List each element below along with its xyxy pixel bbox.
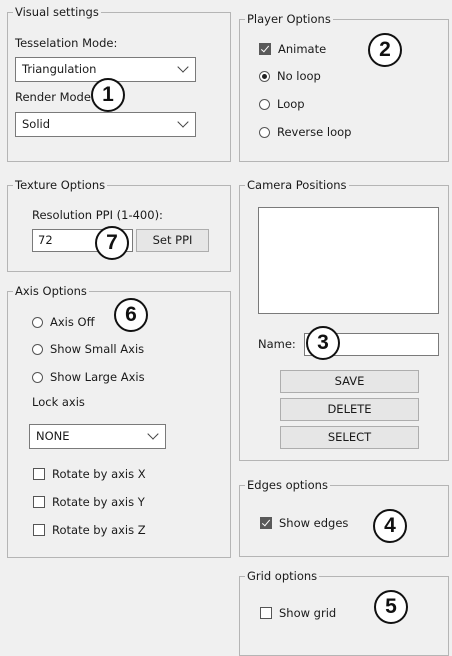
show-edges-label: Show edges — [279, 516, 349, 530]
checkbox-checked-icon — [260, 517, 272, 529]
callout-badge-5: 5 — [374, 590, 408, 624]
checkbox-icon — [33, 524, 45, 536]
player-options-title: Player Options — [245, 12, 333, 26]
rotate-z-label: Rotate by axis Z — [52, 523, 146, 537]
tessellation-mode-value: Triangulation — [22, 62, 97, 76]
radio-icon — [32, 317, 43, 328]
loop-label: Loop — [277, 97, 305, 111]
reverse-loop-label: Reverse loop — [277, 125, 352, 139]
grid-options-title: Grid options — [245, 569, 320, 583]
lock-axis-value: NONE — [36, 429, 70, 443]
visual-settings-title: Visual settings — [13, 5, 101, 19]
show-edges-checkbox[interactable]: Show edges — [260, 515, 348, 531]
lock-axis-select[interactable]: NONE — [29, 424, 166, 449]
no-loop-label: No loop — [277, 69, 321, 83]
delete-button[interactable]: DELETE — [280, 398, 419, 421]
chevron-down-icon — [147, 428, 159, 440]
axis-off-label: Axis Off — [50, 315, 95, 329]
camera-positions-list[interactable] — [258, 207, 439, 314]
save-button[interactable]: SAVE — [280, 370, 419, 393]
render-mode-label: Render Mode — [15, 90, 91, 104]
delete-label: DELETE — [327, 402, 372, 416]
camera-positions-title: Camera Positions — [245, 178, 349, 192]
resolution-ppi-label: Resolution PPI (1-400): — [32, 208, 163, 222]
chevron-down-icon — [177, 61, 189, 73]
checkbox-icon — [260, 607, 272, 619]
radio-selected-icon — [259, 71, 270, 82]
select-label: SELECT — [327, 430, 372, 444]
rotate-y-checkbox[interactable]: Rotate by axis Y — [33, 494, 145, 510]
rotate-x-label: Rotate by axis X — [52, 467, 146, 481]
set-ppi-label: Set PPI — [152, 233, 193, 247]
edges-options-title: Edges options — [245, 478, 330, 492]
axis-options-title: Axis Options — [13, 284, 89, 298]
callout-badge-4: 4 — [373, 509, 407, 543]
rotate-z-checkbox[interactable]: Rotate by axis Z — [33, 522, 146, 538]
rotate-y-label: Rotate by axis Y — [52, 495, 145, 509]
radio-icon — [259, 127, 270, 138]
reverse-loop-radio[interactable]: Reverse loop — [259, 124, 351, 140]
show-grid-label: Show grid — [279, 606, 337, 620]
checkbox-checked-icon — [259, 43, 271, 55]
show-large-axis-label: Show Large Axis — [50, 370, 145, 384]
texture-options-title: Texture Options — [13, 178, 108, 192]
radio-icon — [32, 344, 43, 355]
callout-badge-3: 3 — [306, 326, 340, 360]
show-small-axis-radio[interactable]: Show Small Axis — [32, 341, 144, 357]
callout-badge-6: 6 — [114, 298, 148, 332]
show-grid-checkbox[interactable]: Show grid — [260, 605, 336, 621]
animate-label: Animate — [278, 42, 327, 56]
show-large-axis-radio[interactable]: Show Large Axis — [32, 369, 145, 385]
render-mode-value: Solid — [22, 117, 51, 131]
set-ppi-button[interactable]: Set PPI — [136, 229, 209, 252]
callout-badge-7: 7 — [95, 226, 129, 260]
callout-badge-2: 2 — [368, 33, 402, 67]
render-mode-select[interactable]: Solid — [15, 112, 196, 137]
save-label: SAVE — [334, 374, 365, 388]
rotate-x-checkbox[interactable]: Rotate by axis X — [33, 466, 146, 482]
tessellation-mode-label: Tesselation Mode: — [15, 36, 118, 50]
show-small-axis-label: Show Small Axis — [50, 342, 145, 356]
radio-icon — [259, 99, 270, 110]
radio-icon — [32, 372, 43, 383]
camera-name-label: Name: — [258, 337, 296, 351]
lock-axis-label: Lock axis — [32, 395, 85, 409]
select-button[interactable]: SELECT — [280, 426, 419, 449]
loop-radio[interactable]: Loop — [259, 96, 305, 112]
axis-off-radio[interactable]: Axis Off — [32, 314, 95, 330]
checkbox-icon — [33, 468, 45, 480]
chevron-down-icon — [177, 116, 189, 128]
callout-badge-1: 1 — [91, 78, 125, 112]
resolution-ppi-value: 72 — [38, 233, 53, 247]
animate-checkbox[interactable]: Animate — [259, 41, 326, 57]
checkbox-icon — [33, 496, 45, 508]
no-loop-radio[interactable]: No loop — [259, 68, 321, 84]
